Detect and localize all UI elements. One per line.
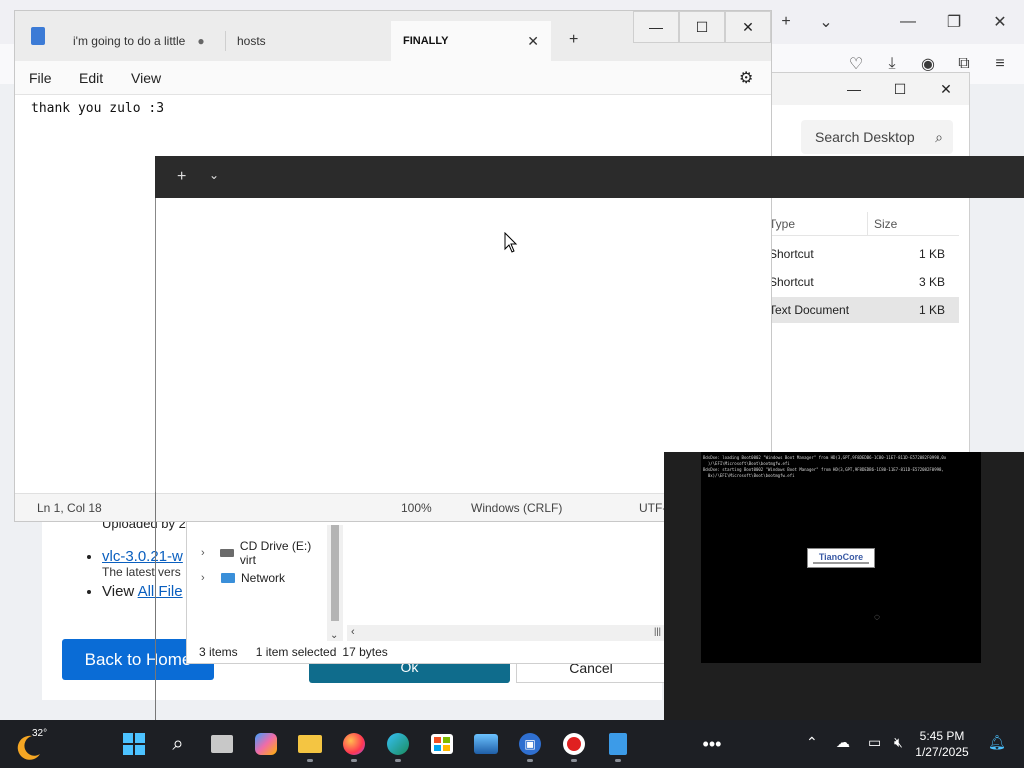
network-icon[interactable]: ▭ (868, 734, 881, 751)
running-indicator (307, 759, 313, 762)
search-placeholder: Search Desktop (815, 129, 915, 145)
close-tab-icon[interactable]: ✕ (527, 33, 539, 50)
record-icon[interactable] (560, 730, 588, 762)
window-edge (155, 492, 156, 720)
maximize-icon[interactable]: ☐ (679, 11, 725, 43)
running-indicator (615, 759, 621, 762)
edge-icon[interactable] (384, 730, 412, 762)
cursor-position: Ln 1, Col 18 (37, 501, 102, 515)
clock[interactable]: 5:45 PM 1/27/2025 (912, 728, 972, 760)
menu-icon[interactable]: ≡ (986, 50, 1014, 78)
minimize-icon[interactable]: — (894, 8, 922, 36)
weather-temp: 32° (32, 728, 48, 739)
maximize-icon[interactable]: ☐ (877, 73, 923, 105)
running-indicator (571, 759, 577, 762)
new-tab-plus-icon[interactable]: + (177, 168, 186, 186)
loading-spinner-icon: ◌ (874, 612, 880, 623)
tab-label: i'm going to do a little (73, 34, 186, 48)
menu-view[interactable]: View (131, 70, 161, 86)
tab-finally[interactable]: FINALLY ✕ (391, 21, 551, 61)
maximize-icon[interactable]: ❐ (940, 8, 968, 36)
view-prefix: View (102, 583, 138, 600)
logo-text: TianoCore (818, 552, 864, 562)
weather-widget[interactable]: 32° (14, 728, 54, 760)
tianocore-logo: TianoCore (807, 548, 875, 568)
onedrive-cloud-icon[interactable]: ☁ (836, 734, 850, 751)
mouse-cursor-icon (504, 232, 518, 253)
firefox-icon[interactable] (340, 730, 368, 762)
running-indicator (395, 759, 401, 762)
store-icon[interactable] (428, 730, 456, 758)
tab-unsaved[interactable]: i'm going to do a little ● (61, 21, 231, 61)
running-indicator (527, 759, 533, 762)
running-indicator (351, 759, 357, 762)
new-tab-plus-icon[interactable]: + (772, 8, 800, 36)
search-icon: ⌕ (935, 128, 943, 145)
notepad-text-area[interactable]: thank you zulo :3 (31, 101, 164, 116)
terminal-titlebar: + ⌄ (155, 156, 1024, 198)
boot-log: BdsDxe: loading Boot0002 "Windows Boot M… (703, 455, 979, 479)
task-view-icon[interactable] (208, 730, 236, 758)
volume-muted-icon[interactable]: 🔇︎ (894, 734, 903, 751)
vm-preview-panel[interactable]: BdsDxe: loading Boot0002 "Windows Boot M… (664, 452, 1024, 720)
photos-icon[interactable] (472, 730, 500, 758)
show-hidden-icons-chevron-icon[interactable]: ⌃ (806, 734, 818, 751)
menu-file[interactable]: File (29, 70, 52, 86)
close-icon[interactable]: ✕ (986, 8, 1014, 36)
start-windows-icon[interactable] (120, 730, 148, 758)
terminal-content[interactable] (155, 198, 771, 492)
new-tab-plus-icon[interactable]: + (569, 31, 578, 49)
copilot-icon[interactable] (252, 730, 280, 758)
tab-label: FINALLY (403, 35, 449, 47)
notepad-app-icon (31, 27, 45, 45)
search-input[interactable]: Search Desktop ⌕ (801, 120, 953, 154)
search-icon[interactable]: ⌕ (164, 730, 192, 758)
menu-edit[interactable]: Edit (79, 70, 103, 86)
unsaved-dot-icon: ● (197, 34, 205, 48)
taskbar: 32° ⌕ ▣ ••• ⌃ ☁ ▭ 🔇︎ 5:45 PM 1/27/2025 🔔… (0, 720, 1024, 768)
log-line: 0x)/\EFI\Microsoft\Boot\bootmgfw.efi (703, 473, 795, 478)
vm-screen[interactable]: BdsDxe: loading Boot0002 "Windows Boot M… (701, 452, 981, 663)
clock-date: 1/27/2025 (915, 745, 969, 759)
minimize-icon[interactable]: — (831, 73, 877, 105)
file-explorer-icon[interactable] (296, 730, 324, 762)
list-tabs-chevron-icon[interactable]: ⌄ (812, 8, 840, 36)
tab-hosts[interactable]: hosts (225, 21, 345, 61)
clock-time: 5:45 PM (919, 729, 965, 743)
notepad-tab-bar: i'm going to do a little ● hosts FINALLY… (15, 11, 771, 61)
minimize-icon[interactable]: — (633, 11, 679, 43)
settings-gear-icon[interactable]: ⚙ (739, 68, 753, 88)
dropdown-chevron-icon[interactable]: ⌄ (209, 168, 219, 182)
vm-app-icon[interactable]: ▣ (516, 730, 544, 762)
notification-bell-icon[interactable]: 🔔︎ (988, 734, 1006, 751)
notepad-menubar: File Edit View ⚙ (15, 61, 771, 95)
close-icon[interactable]: ✕ (923, 73, 969, 105)
notepad-taskbar-icon[interactable] (604, 730, 632, 762)
more-apps-icon[interactable]: ••• (698, 730, 726, 758)
tab-label: hosts (237, 34, 266, 48)
close-icon[interactable]: ✕ (725, 11, 771, 43)
logo-underline (813, 562, 869, 564)
